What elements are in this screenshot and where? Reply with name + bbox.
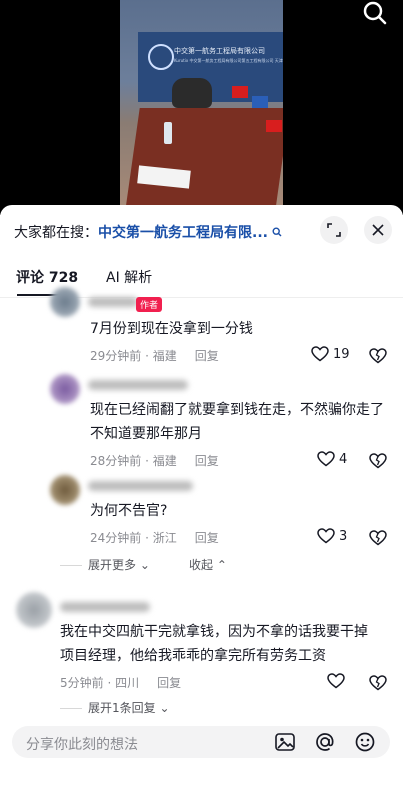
comment-meta: 24分钟前 · 浙江 回复	[90, 529, 219, 546]
video-banner-text: 中交第一航务工程局有限公司	[174, 47, 265, 55]
reply-button[interactable]: 回复	[195, 531, 219, 545]
chevron-down-icon: ⌄	[159, 701, 170, 715]
like-count: 19	[333, 346, 350, 362]
video-flag	[266, 120, 282, 132]
avatar[interactable]	[16, 592, 52, 628]
heart-icon	[317, 451, 335, 467]
dislike-icon[interactable]	[369, 530, 387, 546]
reply-button[interactable]: 回复	[195, 349, 219, 363]
username-blurred[interactable]	[60, 602, 150, 612]
like-button[interactable]: 19	[311, 346, 350, 362]
tab-ai-analysis[interactable]: AI 解析	[106, 267, 152, 287]
search-small-icon	[272, 226, 282, 240]
expand-more-label: 展开更多	[88, 558, 137, 572]
comment-time: 5分钟前 · 四川	[60, 676, 140, 690]
like-button[interactable]	[327, 673, 349, 689]
comment-panel: 大家都在搜：中交第一航务工程局有限... 评论 728 AI 解析 作者 7月份…	[0, 205, 403, 800]
chevron-up-icon: ⌃	[216, 558, 227, 572]
reply-button[interactable]: 回复	[195, 454, 219, 468]
tab-comments[interactable]: 评论 728	[16, 267, 78, 287]
collapse-label: 收起	[189, 558, 214, 572]
comment-input[interactable]: 分享你此刻的想法	[12, 726, 390, 758]
search-icon[interactable]	[361, 0, 389, 28]
expand-icon	[327, 223, 341, 237]
video-bottle	[164, 122, 172, 144]
video-conference-table	[124, 108, 283, 205]
comment-time: 29分钟前 · 福建	[90, 349, 177, 363]
like-button[interactable]: 3	[317, 528, 347, 544]
reply-button[interactable]: 回复	[157, 676, 181, 690]
expand-one-label: 展开1条回复	[88, 701, 156, 715]
mention-icon[interactable]	[314, 731, 336, 753]
close-button[interactable]	[364, 216, 392, 244]
collapse-replies[interactable]: 收起 ⌃	[189, 556, 227, 573]
avatar[interactable]	[50, 287, 80, 317]
heart-icon	[311, 346, 329, 362]
expand-more-replies[interactable]: 展开更多 ⌄	[60, 556, 150, 573]
username-blurred[interactable]	[88, 481, 193, 491]
comment-text: 我在中交四航干完就拿钱，因为不拿的话我要干掉项目经理，他给我乖乖的拿完所有劳务工…	[60, 624, 368, 664]
image-icon[interactable]	[274, 731, 296, 753]
dislike-icon[interactable]	[369, 675, 387, 691]
avatar[interactable]	[50, 374, 80, 404]
dislike-icon[interactable]	[369, 348, 387, 364]
username-blurred[interactable]	[88, 297, 138, 307]
hot-search-prefix: 大家都在搜：	[14, 225, 98, 241]
chevron-down-icon: ⌄	[139, 558, 150, 572]
company-logo	[148, 44, 174, 70]
dislike-icon[interactable]	[369, 453, 387, 469]
like-count: 4	[339, 451, 348, 467]
thread-line	[60, 708, 82, 709]
fullscreen-button[interactable]	[320, 216, 348, 244]
like-button[interactable]: 4	[317, 451, 347, 467]
comment-input-placeholder: 分享你此刻的想法	[26, 737, 138, 753]
comment-text: 现在已经闹翻了就要拿到钱在走，不然骗你走了不知道要那年那月	[90, 402, 384, 442]
comment-meta: 5分钟前 · 四川 回复	[60, 674, 181, 691]
video-person	[172, 78, 212, 108]
emoji-icon[interactable]	[354, 731, 376, 753]
close-icon	[372, 224, 384, 236]
like-count: 3	[339, 528, 348, 544]
username-blurred[interactable]	[88, 380, 188, 390]
heart-icon	[327, 673, 345, 689]
video-frame: 中交第一航务工程局有限公司 Kurutix 中交第一航务工程局有限公司第五工程有…	[120, 0, 283, 205]
comment-input-bar: 分享你此刻的想法	[0, 714, 403, 800]
video-banner-subtext: Kurutix 中交第一航务工程局有限公司第五工程有限公司 天津	[174, 58, 283, 63]
avatar[interactable]	[50, 475, 80, 505]
thread-line	[60, 565, 82, 566]
comment-text: 为何不告官?	[90, 503, 168, 519]
video-flag	[252, 96, 268, 108]
hot-search-link[interactable]: 中交第一航务工程局有限...	[98, 225, 268, 241]
comment-time: 24分钟前 · 浙江	[90, 531, 177, 545]
heart-icon	[317, 528, 335, 544]
comment-meta: 29分钟前 · 福建 回复	[90, 347, 219, 364]
comment-time: 28分钟前 · 福建	[90, 454, 177, 468]
comment-text: 7月份到现在没拿到一分钱	[90, 321, 253, 337]
comment-meta: 28分钟前 · 福建 回复	[90, 452, 219, 469]
author-badge: 作者	[136, 297, 163, 312]
video-flag	[232, 86, 248, 98]
video-player[interactable]: 中交第一航务工程局有限公司 Kurutix 中交第一航务工程局有限公司第五工程有…	[0, 0, 403, 215]
hot-search-bar[interactable]: 大家都在搜：中交第一航务工程局有限...	[14, 222, 282, 242]
